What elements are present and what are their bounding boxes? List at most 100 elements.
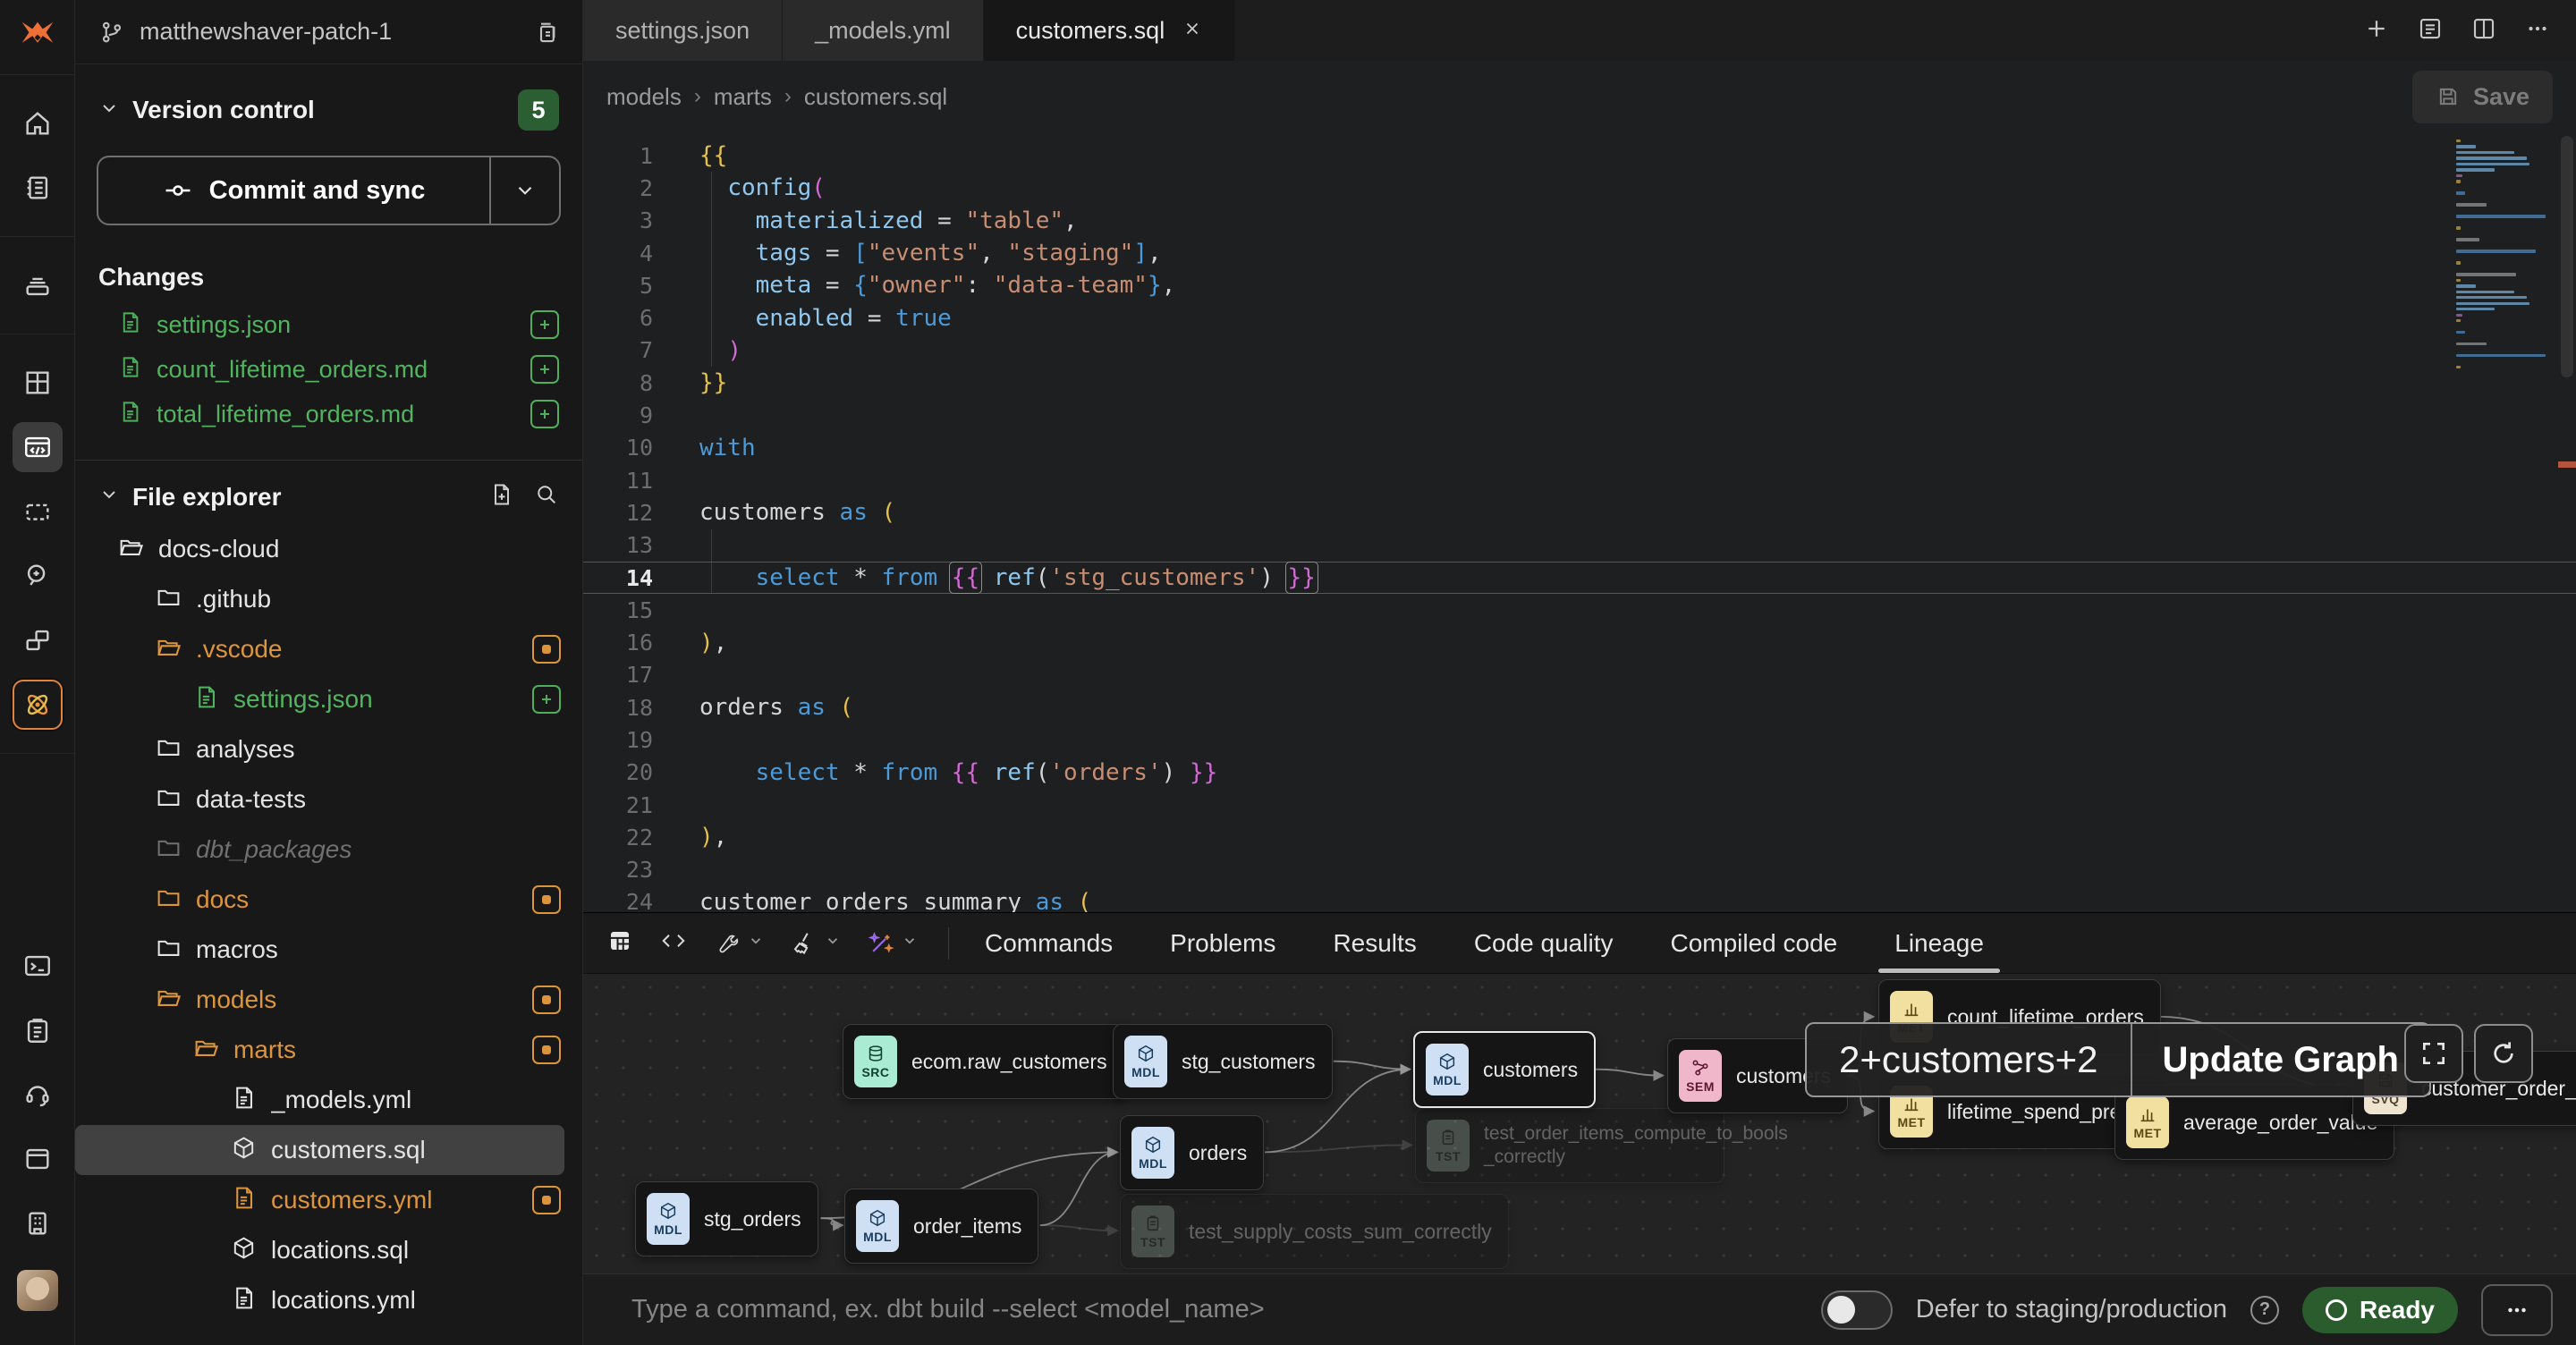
preview-table-icon[interactable] — [606, 927, 633, 959]
minimap-line — [2456, 163, 2529, 165]
commit-options-dropdown[interactable] — [489, 157, 559, 224]
git-branch-row[interactable]: matthewshaver-patch-1 — [75, 0, 582, 64]
changed-file-row[interactable]: count_lifetime_orders.md — [75, 347, 582, 392]
lineage-node-stg_customers[interactable]: MDLstg_customers — [1113, 1024, 1333, 1099]
version-control-title: Version control — [132, 96, 505, 124]
minimap[interactable] — [2456, 140, 2549, 371]
tab-customers.sql[interactable]: customers.sql — [984, 0, 1236, 61]
docs-icon[interactable] — [13, 163, 63, 213]
tree-item-.vscode[interactable]: .vscode — [75, 624, 582, 674]
panel-tab-code-quality[interactable]: Code quality — [1445, 913, 1642, 973]
file-explorer-header[interactable]: File explorer — [75, 461, 582, 524]
organization-icon[interactable] — [13, 1198, 63, 1248]
lineage-node-stg_orders[interactable]: MDLstg_orders — [635, 1181, 818, 1256]
clipboard-icon[interactable] — [13, 1005, 63, 1055]
orchestration-icon[interactable] — [13, 615, 63, 665]
support-headset-icon[interactable] — [13, 1070, 63, 1120]
defer-toggle[interactable] — [1821, 1290, 1893, 1330]
close-tab-icon[interactable] — [1182, 17, 1202, 45]
build-group[interactable] — [714, 930, 764, 957]
lineage-node-order_items[interactable]: MDLorder_items — [844, 1189, 1038, 1264]
version-control-header[interactable]: Version control 5 — [75, 64, 582, 140]
breadcrumb-item[interactable]: models — [606, 83, 682, 111]
line-number: 21 — [583, 792, 653, 818]
lineage-node-test_supply_costs_sum_correctly[interactable]: TSTtest_supply_costs_sum_correctly — [1120, 1194, 1509, 1269]
panel-tab-results[interactable]: Results — [1304, 913, 1445, 973]
home-icon[interactable] — [13, 98, 63, 148]
split-editor-icon[interactable] — [2470, 15, 2497, 47]
tab-settings.json[interactable]: settings.json — [583, 0, 783, 61]
ai-assistant-icon[interactable] — [13, 680, 63, 730]
layers-icon[interactable] — [13, 260, 63, 310]
lineage-selector-input[interactable]: 2+customers+2 — [1807, 1024, 2131, 1095]
lineage-node-customers[interactable]: MDLcustomers — [1413, 1031, 1596, 1108]
code-editor[interactable]: 1{{2 config(3 materialized = "table",4 t… — [583, 132, 2576, 912]
tree-item-models[interactable]: models — [75, 975, 582, 1025]
tree-item-marts[interactable]: marts — [75, 1025, 582, 1075]
tree-item-locations.sql[interactable]: locations.sql — [75, 1225, 582, 1275]
lineage-node-test_order_items_compute_to_bools[interactable]: TSTtest_order_items_compute_to_bools _co… — [1415, 1108, 1724, 1183]
line-number: 14 — [583, 565, 653, 591]
scrollbar-handle[interactable] — [2561, 136, 2573, 377]
update-graph-button[interactable]: Update Graph — [2132, 1024, 2429, 1095]
format-group[interactable] — [791, 930, 841, 957]
tree-item-locations.yml[interactable]: locations.yml — [75, 1275, 582, 1325]
canvas-icon[interactable] — [13, 486, 63, 537]
compile-code-icon[interactable] — [660, 927, 687, 959]
minimap-line — [2456, 354, 2546, 357]
fullscreen-button[interactable] — [2404, 1024, 2463, 1083]
commit-and-sync-button[interactable]: Commit and sync — [98, 157, 489, 224]
tree-item-.github[interactable]: .github — [75, 574, 582, 624]
minimap-line — [2456, 331, 2465, 334]
tree-item-data-tests[interactable]: data-tests — [75, 774, 582, 825]
tree-item-_models.yml[interactable]: _models.yml — [75, 1075, 582, 1125]
open-editors-icon[interactable] — [2417, 15, 2444, 47]
save-button[interactable]: Save — [2412, 71, 2553, 123]
dashboard-icon[interactable] — [13, 358, 63, 408]
help-icon[interactable]: ? — [2250, 1296, 2279, 1324]
breadcrumb-item[interactable]: marts — [714, 83, 772, 111]
tree-item-label: _models.yml — [271, 1086, 561, 1114]
catalog-search-icon[interactable] — [13, 551, 63, 601]
tree-item-docs-cloud[interactable]: docs-cloud — [75, 524, 582, 574]
editor-scrollbar[interactable] — [2558, 132, 2576, 912]
ai-fix-group[interactable] — [868, 930, 918, 957]
tree-item-docs[interactable]: docs — [75, 875, 582, 925]
refresh-graph-button[interactable] — [2474, 1024, 2533, 1083]
browser-window-icon[interactable] — [13, 1134, 63, 1184]
tree-item-analyses[interactable]: analyses — [75, 724, 582, 774]
status-badge[interactable]: Ready — [2302, 1287, 2458, 1333]
user-avatar[interactable] — [17, 1270, 58, 1311]
terminal-icon[interactable] — [13, 941, 63, 991]
tree-item-customers.yml[interactable]: customers.yml — [75, 1175, 582, 1225]
more-actions-button[interactable] — [2481, 1284, 2553, 1336]
search-icon[interactable] — [534, 482, 559, 512]
line-number: 3 — [583, 207, 653, 233]
tree-item-macros[interactable]: macros — [75, 925, 582, 975]
tree-item-customers.sql[interactable]: customers.sql — [75, 1125, 564, 1175]
changed-file-row[interactable]: settings.json — [75, 302, 582, 347]
tree-item-dbt_packages[interactable]: dbt_packages — [75, 825, 582, 875]
changed-file-row[interactable]: total_lifetime_orders.md — [75, 392, 582, 436]
panel-tab-compiled-code[interactable]: Compiled code — [1641, 913, 1866, 973]
tree-item-settings.json[interactable]: settings.json — [75, 674, 582, 724]
lineage-search-overlay: 2+customers+2 Update Graph — [1805, 1022, 2431, 1097]
panel-tab-problems[interactable]: Problems — [1141, 913, 1304, 973]
lineage-node-ecom.raw_customers[interactable]: SRCecom.raw_customers — [843, 1024, 1124, 1099]
ide-editor-icon[interactable] — [13, 422, 63, 472]
tab-_models.yml[interactable]: _models.yml — [783, 0, 984, 61]
git-branch-icon — [98, 19, 125, 46]
copy-icon[interactable] — [532, 19, 559, 46]
lineage-canvas[interactable]: SRCecom.raw_customersMDLstg_customers MDL… — [583, 974, 2576, 1273]
new-file-icon[interactable] — [489, 482, 514, 512]
lineage-node-orders[interactable]: MDLorders — [1120, 1115, 1264, 1190]
code-line-21: 21 — [583, 789, 2576, 821]
more-options-icon[interactable] — [2524, 15, 2551, 47]
lineage-edge — [821, 1218, 843, 1225]
line-text: enabled = true — [653, 305, 952, 332]
panel-tab-lineage[interactable]: Lineage — [1866, 913, 2012, 973]
panel-tab-commands[interactable]: Commands — [956, 913, 1141, 973]
breadcrumb-item[interactable]: customers.sql — [804, 83, 947, 111]
command-input[interactable]: Type a command, ex. dbt build --select <… — [631, 1295, 1798, 1324]
new-tab-icon[interactable] — [2363, 15, 2390, 47]
